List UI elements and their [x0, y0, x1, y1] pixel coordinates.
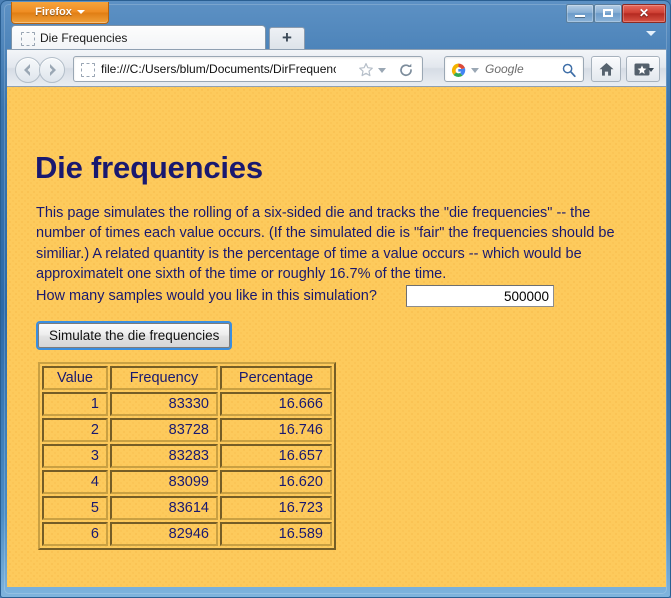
favicon-placeholder-icon: [81, 63, 95, 77]
minimize-icon: [567, 5, 593, 22]
minimize-button[interactable]: [566, 4, 594, 23]
chevron-down-icon[interactable]: [378, 68, 386, 73]
cell-percentage: 16.723: [220, 496, 332, 520]
sample-count-input[interactable]: [406, 285, 554, 307]
column-header-frequency: Frequency: [110, 366, 218, 390]
maximize-icon: [595, 5, 621, 22]
column-header-percentage: Percentage: [220, 366, 332, 390]
table-row: 2 83728 16.746: [42, 418, 332, 442]
chevron-down-icon[interactable]: [471, 68, 479, 73]
tab-strip: Die Frequencies +: [7, 23, 666, 50]
table-row: 6 82946 16.589: [42, 522, 332, 546]
cell-frequency: 83283: [110, 444, 218, 468]
page-content: Die frequencies This page simulates the …: [7, 87, 666, 587]
cell-percentage: 16.666: [220, 392, 332, 416]
sample-count-row: How many samples would you like in this …: [36, 285, 596, 309]
cell-value: 5: [42, 496, 108, 520]
star-icon[interactable]: [358, 62, 374, 78]
cell-frequency: 83614: [110, 496, 218, 520]
cell-percentage: 16.657: [220, 444, 332, 468]
close-icon: ✕: [638, 6, 650, 20]
column-header-value: Value: [42, 366, 108, 390]
title-bar: Firefox ✕: [1, 1, 671, 36]
frequency-table: Value Frequency Percentage 1 83330 16.66…: [38, 362, 336, 550]
tab-title: Die Frequencies: [40, 31, 128, 45]
search-icon[interactable]: [561, 62, 577, 78]
intro-paragraph: This page simulates the rolling of a six…: [36, 204, 615, 283]
google-logo-icon[interactable]: [450, 62, 467, 79]
home-icon: [599, 63, 614, 76]
table-header-row: Value Frequency Percentage: [42, 366, 332, 390]
browser-window: Firefox ✕ Die Frequencies + file:///C:/U…: [0, 0, 671, 598]
reload-icon[interactable]: [398, 62, 414, 78]
cell-percentage: 16.746: [220, 418, 332, 442]
tab-die-frequencies[interactable]: Die Frequencies: [11, 25, 266, 50]
cell-value: 4: [42, 470, 108, 494]
page-title: Die frequencies: [35, 149, 263, 185]
cell-percentage: 16.589: [220, 522, 332, 546]
maximize-button[interactable]: [594, 4, 622, 23]
table-row: 4 83099 16.620: [42, 470, 332, 494]
arrow-right-icon: [50, 64, 56, 76]
navigation-toolbar: file:///C:/Users/blum/Documents/DirFrequ…: [7, 49, 666, 87]
search-input[interactable]: Google: [485, 61, 524, 78]
table-row: 3 83283 16.657: [42, 444, 332, 468]
table-row: 5 83614 16.723: [42, 496, 332, 520]
cell-value: 1: [42, 392, 108, 416]
simulate-button[interactable]: Simulate the die frequencies: [38, 323, 231, 348]
cell-percentage: 16.620: [220, 470, 332, 494]
cell-frequency: 83330: [110, 392, 218, 416]
url-text: file:///C:/Users/blum/Documents/DirFrequ…: [101, 62, 336, 76]
cell-frequency: 83099: [110, 470, 218, 494]
firefox-menu-label: Firefox: [35, 6, 72, 18]
forward-button[interactable]: [39, 57, 65, 83]
favicon-placeholder-icon: [21, 32, 35, 46]
close-button[interactable]: ✕: [622, 4, 666, 23]
arrow-left-icon: [24, 64, 30, 76]
url-bar[interactable]: file:///C:/Users/blum/Documents/DirFrequ…: [73, 56, 423, 82]
bookmarks-button[interactable]: [626, 56, 660, 82]
chevron-down-icon: [76, 10, 85, 15]
firefox-menu-button[interactable]: Firefox: [11, 2, 109, 24]
chevron-down-icon: [648, 68, 654, 72]
table-row: 1 83330 16.666: [42, 392, 332, 416]
search-bar[interactable]: Google: [444, 56, 584, 82]
cell-frequency: 83728: [110, 418, 218, 442]
cell-value: 2: [42, 418, 108, 442]
new-tab-button[interactable]: +: [269, 27, 305, 50]
cell-value: 3: [42, 444, 108, 468]
cell-value: 6: [42, 522, 108, 546]
back-button[interactable]: [15, 57, 41, 83]
home-button[interactable]: [591, 56, 621, 82]
sample-count-label: How many samples would you like in this …: [36, 288, 377, 304]
cell-frequency: 82946: [110, 522, 218, 546]
